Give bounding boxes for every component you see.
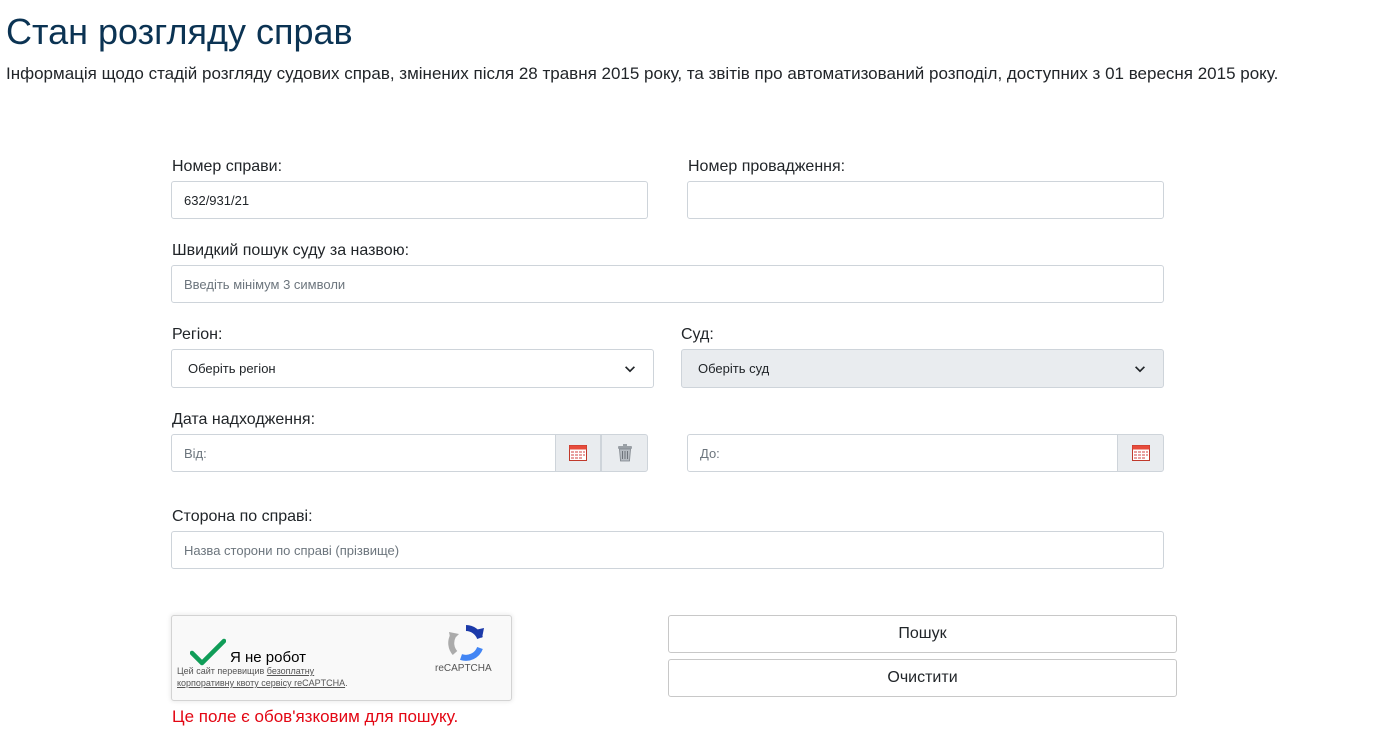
region-label: Регіон: xyxy=(172,326,223,343)
clear-button[interactable]: Очистити xyxy=(668,659,1177,697)
date-to-calendar-button[interactable] xyxy=(1117,434,1164,472)
court-search-input[interactable] xyxy=(171,265,1164,303)
region-select-value: Оберіть регіон xyxy=(188,361,276,376)
court-label: Суд: xyxy=(681,326,714,343)
court-select[interactable]: Оберіть суд xyxy=(681,349,1164,388)
error-message: Це поле є обов'язковим для пошуку. xyxy=(172,707,459,726)
region-select[interactable]: Оберіть регіон xyxy=(171,349,654,388)
case-number-input[interactable] xyxy=(171,181,648,219)
proceeding-number-label: Номер провадження: xyxy=(688,158,846,175)
date-from-clear-button[interactable] xyxy=(601,434,648,472)
search-button[interactable]: Пошук xyxy=(668,615,1177,653)
recaptcha-quota-note: Цей сайт перевищив безоплатну корпоратив… xyxy=(177,666,348,688)
court-search-label: Швидкий пошук суду за назвою: xyxy=(172,242,410,259)
court-select-value: Оберіть суд xyxy=(698,361,770,376)
chevron-down-icon xyxy=(1135,365,1145,372)
recaptcha-logo-icon xyxy=(448,625,484,661)
checkmark-icon[interactable] xyxy=(190,638,226,666)
recaptcha-widget: Я не робот Цей сайт перевищив безоплатну… xyxy=(171,615,512,701)
recaptcha-brand: reCAPTCHA xyxy=(435,663,492,674)
calendar-icon xyxy=(569,445,587,461)
chevron-down-icon xyxy=(625,365,635,372)
page-title: Стан розгляду справ xyxy=(6,11,353,52)
party-label: Сторона по справі: xyxy=(172,508,313,525)
page-description: Інформація щодо стадій розгляду судових … xyxy=(6,64,1279,83)
case-number-label: Номер справи: xyxy=(172,158,283,175)
date-from-input[interactable] xyxy=(171,434,556,472)
proceeding-number-input[interactable] xyxy=(687,181,1164,219)
receipt-date-label: Дата надходження: xyxy=(172,411,316,428)
recaptcha-label: Я не робот xyxy=(230,649,306,666)
calendar-icon xyxy=(1131,445,1150,461)
trash-icon xyxy=(617,444,632,462)
date-to-input[interactable] xyxy=(687,434,1118,472)
party-input[interactable] xyxy=(171,531,1164,569)
date-from-calendar-button[interactable] xyxy=(555,434,601,472)
